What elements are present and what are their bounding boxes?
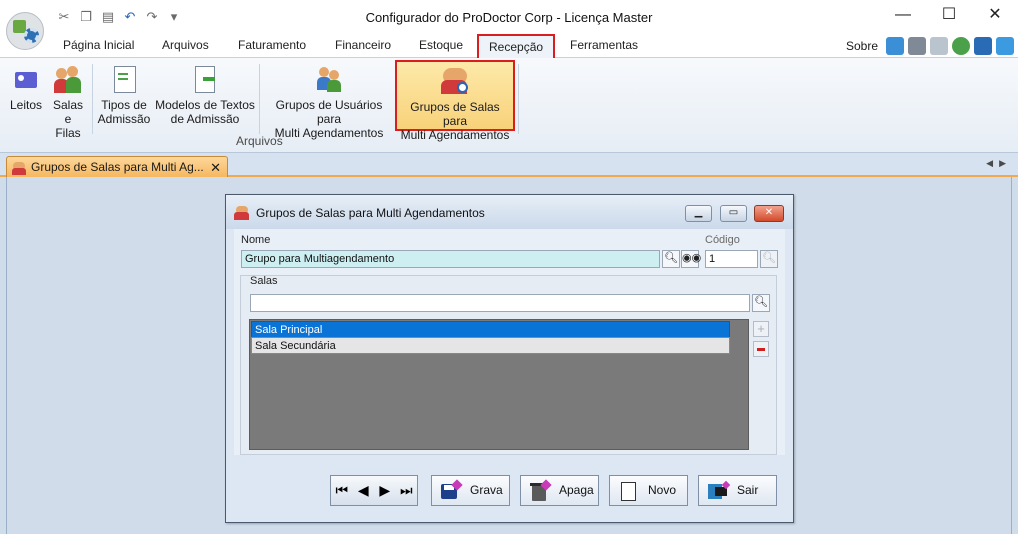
tab-recepcao[interactable]: Recepção: [477, 34, 556, 58]
nome-field[interactable]: Grupo para Multiagendamento: [241, 250, 660, 268]
maximize-button[interactable]: ☐: [926, 0, 972, 30]
search-icon[interactable]: 🔍︎: [662, 250, 680, 268]
add-icon[interactable]: +: [753, 321, 769, 337]
people-icon: [54, 64, 82, 94]
salas-search-icon[interactable]: 🔍︎: [752, 294, 770, 312]
grupos-usuarios-button[interactable]: Grupos de Usuários para Multi Agendament…: [263, 60, 395, 140]
title-bar: ✂ ❐ ▤ ↶ ↷ ▾ Configurador do ProDoctor Co…: [0, 0, 1018, 50]
grava-button[interactable]: Grava: [431, 475, 510, 506]
close-icon[interactable]: ✕: [210, 157, 221, 178]
salas-filas-button[interactable]: Salas e Filas: [48, 60, 88, 140]
room-group-icon: [234, 205, 250, 220]
binoculars-icon[interactable]: ◉◉: [681, 250, 701, 268]
grupos-salas-dialog: Grupos de Salas para Multi Agendamentos …: [225, 194, 794, 523]
doc-tab-grupos-salas[interactable]: Grupos de Salas para Multi Ag... ✕: [6, 156, 228, 179]
prev-record-button[interactable]: ◀: [353, 476, 375, 505]
sair-button[interactable]: Sair: [698, 475, 777, 506]
salas-list[interactable]: Sala Principal Sala Secundária: [249, 319, 749, 450]
room-group-clock-icon: [441, 66, 469, 96]
app-logo[interactable]: [6, 12, 44, 50]
new-document-icon: [618, 481, 640, 501]
tab-faturamento[interactable]: Faturamento: [238, 37, 306, 58]
dialog-minimize-button[interactable]: ▁: [685, 205, 712, 222]
document-arrow-icon: [191, 64, 219, 94]
room-group-icon: [12, 161, 27, 175]
document-list-icon: [110, 64, 138, 94]
apaga-button[interactable]: Apaga: [520, 475, 599, 506]
ribbon-group-label: Arquivos: [236, 134, 283, 148]
leitos-button[interactable]: Leitos: [9, 60, 43, 112]
mail-icon[interactable]: [930, 37, 948, 55]
tipos-admissao-button[interactable]: Tipos de Admissão: [96, 60, 152, 126]
save-icon: [440, 479, 463, 501]
trash-icon: [529, 479, 552, 501]
codigo-field[interactable]: 1: [705, 250, 758, 268]
close-button[interactable]: ✕: [972, 0, 1018, 30]
tab-arquivos[interactable]: Arquivos: [162, 37, 209, 58]
tab-scroll-arrows[interactable]: ◀▶: [986, 158, 1012, 169]
grupos-salas-button[interactable]: Grupos de Salas para Multi Agendamentos: [395, 60, 515, 142]
minimize-button[interactable]: —: [880, 0, 926, 30]
ribbon-tabs: Página Inicial Arquivos Faturamento Fina…: [0, 34, 1018, 58]
dialog-title: Grupos de Salas para Multi Agendamentos: [256, 206, 485, 220]
sobre-link[interactable]: Sobre: [846, 39, 878, 53]
tab-pagina-inicial[interactable]: Página Inicial: [63, 37, 134, 58]
tab-ferramentas[interactable]: Ferramentas: [570, 37, 638, 58]
document-tab-strip: Grupos de Salas para Multi Ag... ✕ ◀▶: [0, 153, 1018, 179]
globe-icon[interactable]: [886, 37, 904, 55]
remove-icon[interactable]: [753, 341, 769, 357]
dialog-close-button[interactable]: ✕: [754, 205, 784, 222]
update-icon[interactable]: [952, 37, 970, 55]
codigo-label: Código: [705, 234, 740, 246]
monitor-icon[interactable]: [996, 37, 1014, 55]
user-group-clock-icon: [315, 64, 343, 94]
first-record-button[interactable]: ⏮: [331, 476, 353, 505]
next-record-button[interactable]: ▶: [374, 476, 396, 505]
exit-door-icon: [707, 480, 731, 501]
list-item[interactable]: Sala Secundária: [251, 337, 730, 354]
calculator-icon[interactable]: [908, 37, 926, 55]
remote-access-icon[interactable]: [974, 37, 992, 55]
tab-financeiro[interactable]: Financeiro: [335, 37, 391, 58]
modelos-textos-button[interactable]: Modelos de Textos de Admissão: [155, 60, 255, 126]
ribbon: Leitos Salas e Filas Tipos de Admissão M…: [0, 58, 1018, 153]
bed-icon: [12, 64, 40, 94]
window-title: Configurador do ProDoctor Corp - Licença…: [365, 10, 653, 25]
tab-estoque[interactable]: Estoque: [419, 37, 463, 58]
salas-search-input[interactable]: [250, 294, 750, 312]
nome-label: Nome: [241, 234, 271, 246]
novo-button[interactable]: Novo: [609, 475, 688, 506]
doc-tab-label: Grupos de Salas para Multi Ag...: [31, 160, 204, 174]
list-item[interactable]: Sala Principal: [251, 321, 730, 338]
salas-label: Salas: [250, 275, 278, 287]
codigo-search-icon[interactable]: 🔍︎: [760, 250, 778, 268]
record-navigator: ⏮ ◀ ▶ ⏭: [330, 475, 418, 506]
dialog-title-bar[interactable]: Grupos de Salas para Multi Agendamentos …: [226, 195, 793, 229]
dialog-maximize-button[interactable]: ▭: [720, 205, 747, 222]
last-record-button[interactable]: ⏭: [396, 476, 418, 505]
